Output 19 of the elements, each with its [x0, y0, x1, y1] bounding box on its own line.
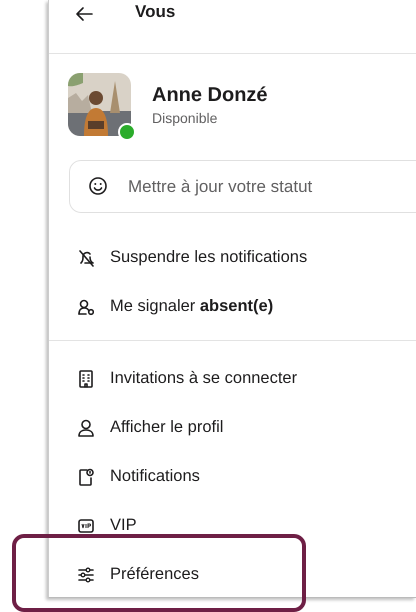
user-status: Disponible — [152, 108, 218, 128]
person-icon — [78, 418, 94, 436]
phone-bell-icon — [78, 468, 94, 486]
menu-item[interactable]: Suspendre les notifications — [110, 245, 308, 270]
user-name: Anne Donzé — [152, 82, 268, 108]
page-title: Vous — [135, 1, 176, 23]
menu-item[interactable]: Notifications — [110, 464, 200, 489]
vip-icon — [78, 516, 94, 534]
person-away-icon — [78, 298, 94, 316]
smiley-icon — [89, 177, 107, 195]
menu-item[interactable]: Invitations à se connecter — [110, 366, 298, 391]
menu-item[interactable]: VIP — [110, 513, 137, 538]
menu-item[interactable]: Préférences — [110, 562, 199, 587]
building-icon — [78, 370, 94, 388]
sliders-icon — [78, 566, 94, 584]
bell-slash-icon — [78, 248, 94, 266]
status-field[interactable]: Mettre à jour votre statut — [69, 160, 416, 213]
menu-item[interactable]: Afficher le profil — [110, 415, 224, 440]
menu-item[interactable]: Me signaler absent(e) — [110, 294, 274, 319]
